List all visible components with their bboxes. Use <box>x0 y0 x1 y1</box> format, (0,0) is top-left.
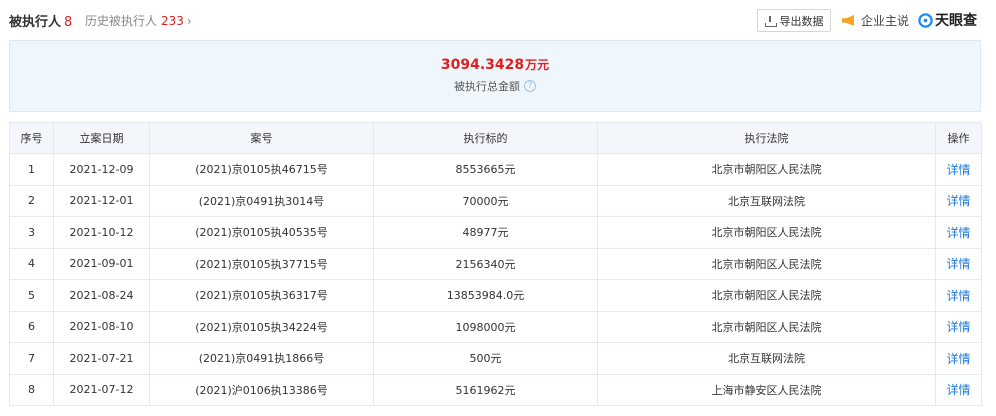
row-date: 2021-07-21 <box>53 342 150 375</box>
table-row: 5 2021-08-24 (2021)京0105执36317号 13853984… <box>9 279 982 312</box>
row-case-no: (2021)京0105执37715号 <box>149 247 374 280</box>
row-index: 8 <box>9 373 54 406</box>
section-count: 8 <box>64 15 73 30</box>
row-date: 2021-12-01 <box>53 184 150 217</box>
row-court: 北京市朝阳区人民法院 <box>597 279 936 312</box>
detail-link[interactable]: 详情 <box>935 216 982 249</box>
row-target: 2156340元 <box>373 247 598 280</box>
row-date: 2021-07-12 <box>53 373 150 406</box>
table-header-row: 序号 立案日期 案号 执行标的 执行法院 操作 <box>9 122 982 154</box>
row-case-no: (2021)京0491执1866号 <box>149 342 374 375</box>
row-index: 1 <box>9 153 54 186</box>
row-case-no: (2021)京0105执36317号 <box>149 279 374 312</box>
detail-link[interactable]: 详情 <box>935 342 982 375</box>
detail-link[interactable]: 详情 <box>935 247 982 280</box>
row-index: 6 <box>9 310 54 343</box>
section-header: 被执行人 8 历史被执行人 233 › 导出数据 企业主说 天眼查 <box>0 0 996 40</box>
row-case-no: (2021)京0105执46715号 <box>149 153 374 186</box>
row-court: 北京市朝阳区人民法院 <box>597 247 936 280</box>
row-target: 70000元 <box>373 184 598 217</box>
detail-link[interactable]: 详情 <box>935 153 982 186</box>
export-data-button[interactable]: 导出数据 <box>757 9 831 32</box>
history-link[interactable]: 历史被执行人 233 › <box>85 12 192 29</box>
row-date: 2021-09-01 <box>53 247 150 280</box>
logo-text: 天眼查 <box>935 13 977 29</box>
detail-link[interactable]: 详情 <box>935 184 982 217</box>
row-date: 2021-08-10 <box>53 310 150 343</box>
row-target: 8553665元 <box>373 153 598 186</box>
row-court: 上海市静安区人民法院 <box>597 373 936 406</box>
chevron-right-icon: › <box>186 14 192 28</box>
executed-person-table: 序号 立案日期 案号 执行标的 执行法院 操作 1 2021-12-09 (20… <box>9 122 982 406</box>
megaphone-icon <box>842 15 854 26</box>
section-title-text: 被执行人 <box>9 15 62 30</box>
help-icon[interactable]: ? <box>524 80 536 92</box>
export-label: 导出数据 <box>779 14 824 28</box>
row-case-no: (2021)京0105执34224号 <box>149 310 374 343</box>
row-court: 北京市朝阳区人民法院 <box>597 310 936 343</box>
detail-link[interactable]: 详情 <box>935 310 982 343</box>
history-label: 历史被执行人 <box>85 14 158 28</box>
row-index: 5 <box>9 279 54 312</box>
table-row: 3 2021-10-12 (2021)京0105执40535号 48977元 北… <box>9 216 982 249</box>
row-case-no: (2021)京0491执3014号 <box>149 184 374 217</box>
table-row: 4 2021-09-01 (2021)京0105执37715号 2156340元… <box>9 247 982 280</box>
row-index: 2 <box>9 184 54 217</box>
row-index: 7 <box>9 342 54 375</box>
detail-link[interactable]: 详情 <box>935 279 982 312</box>
row-court: 北京市朝阳区人民法院 <box>597 216 936 249</box>
enterprise-speak-link[interactable]: 企业主说 <box>842 12 909 29</box>
table-row: 7 2021-07-21 (2021)京0491执1866号 500元 北京互联… <box>9 342 982 375</box>
table-row: 1 2021-12-09 (2021)京0105执46715号 8553665元… <box>9 153 982 186</box>
row-court: 北京互联网法院 <box>597 184 936 217</box>
total-amount-panel: 3094.3428万元 被执行总金额 ? <box>9 40 981 112</box>
detail-link[interactable]: 详情 <box>935 373 982 406</box>
table-row: 6 2021-08-10 (2021)京0105执34224号 1098000元… <box>9 310 982 343</box>
column-header-date[interactable]: 立案日期 <box>53 122 150 154</box>
row-target: 500元 <box>373 342 598 375</box>
row-court: 北京互联网法院 <box>597 342 936 375</box>
row-date: 2021-08-24 <box>53 279 150 312</box>
row-case-no: (2021)京0105执40535号 <box>149 216 374 249</box>
row-index: 4 <box>9 247 54 280</box>
row-index: 3 <box>9 216 54 249</box>
history-count: 233 <box>161 14 184 28</box>
row-target: 1098000元 <box>373 310 598 343</box>
section-title: 被执行人 8 <box>9 11 72 30</box>
row-case-no: (2021)沪0106执13386号 <box>149 373 374 406</box>
row-date: 2021-12-09 <box>53 153 150 186</box>
row-court: 北京市朝阳区人民法院 <box>597 153 936 186</box>
total-amount: 3094.3428万元 <box>10 56 980 73</box>
column-header-case-no[interactable]: 案号 <box>149 122 374 154</box>
row-date: 2021-10-12 <box>53 216 150 249</box>
total-amount-label-text: 被执行总金额 <box>454 80 520 93</box>
enterprise-label: 企业主说 <box>861 14 910 28</box>
total-amount-label: 被执行总金额 ? <box>10 78 980 94</box>
row-target: 13853984.0元 <box>373 279 598 312</box>
row-target: 48977元 <box>373 216 598 249</box>
total-amount-value: 3094.3428 <box>440 57 525 73</box>
table-row: 8 2021-07-12 (2021)沪0106执13386号 5161962元… <box>9 373 982 406</box>
download-icon <box>764 15 777 27</box>
table-row: 2 2021-12-01 (2021)京0491执3014号 70000元 北京… <box>9 184 982 217</box>
total-amount-unit: 万元 <box>525 58 550 72</box>
row-target: 5161962元 <box>373 373 598 406</box>
logo-mark-icon <box>918 12 933 28</box>
column-header-action[interactable]: 操作 <box>935 122 982 154</box>
column-header-target[interactable]: 执行标的 <box>373 122 598 154</box>
column-header-court[interactable]: 执行法院 <box>597 122 936 154</box>
column-header-index[interactable]: 序号 <box>9 122 54 154</box>
tianyancha-logo: 天眼查 <box>918 10 977 30</box>
